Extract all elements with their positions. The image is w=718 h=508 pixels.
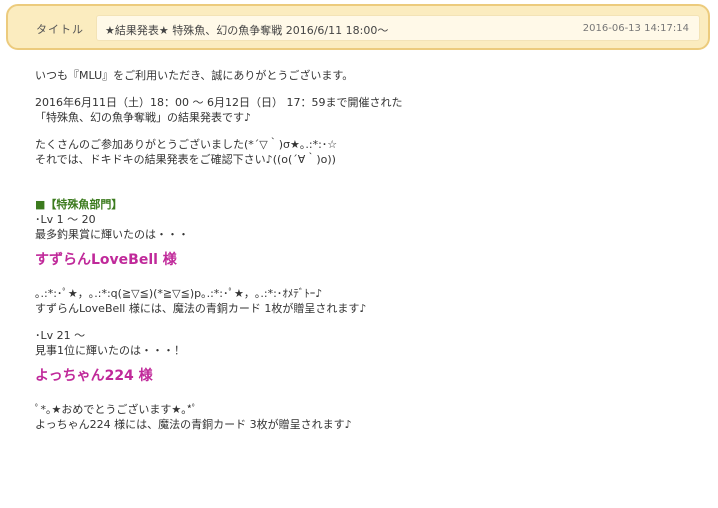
winner-name-1: すずらんLoveBell 様 [35,252,177,268]
level-range-2: ･Lv 21 ～ [35,329,86,342]
title-label: タイトル [36,23,84,36]
intro-text: いつも『MLU』をご利用いただき、誠にありがとうございます。 [35,69,354,82]
post-datetime: 2016-06-13 14:17:14 [582,23,689,34]
level-range-1: ･Lv 1 ～ 20 [35,213,96,226]
title-field: ★結果発表★ 特殊魚、幻の魚争奪戦 2016/6/11 18:00～ 2016-… [96,15,700,41]
winner-name-2: よっちゃん224 様 [35,368,153,384]
award-caption-1: 最多釣果賞に輝いたのは・・・ [35,228,189,241]
event-period-text: 2016年6月11日（土）18：00 ～ 6月12日（日） 17：59まで開催さ… [35,96,403,109]
thanks-text: たくさんのご参加ありがとうございました(*´▽｀)σ★｡.:*:･☆ [35,138,338,151]
post-title: ★結果発表★ 特殊魚、幻の魚争奪戦 2016/6/11 18:00～ [105,24,389,37]
prize-text-1: すずらんLoveBell 様には、魔法の青銅カード 1枚が贈呈されます♪ [35,302,367,315]
event-name-text: 「特殊魚、幻の魚争奪戦」の結果発表です♪ [35,111,252,124]
results-lead-text: それでは、ドキドキの結果発表をご確認下さい♪((o(´∀｀)o)) [35,153,336,166]
congrats-text-2: ﾟ*｡★おめでとうございます★｡*ﾟ [35,403,198,416]
post-body: いつも『MLU』をご利用いただき、誠にありがとうございます。 2016年6月11… [35,68,705,432]
congrats-text-1: ｡.:*:･ﾟ★，｡.:*:q(≧▽≦)(*≧▽≦)p｡.:*:･ﾟ★，｡.:*… [35,287,323,300]
title-bar: タイトル ★結果発表★ 特殊魚、幻の魚争奪戦 2016/6/11 18:00～ … [6,4,710,50]
prize-text-2: よっちゃん224 様には、魔法の青銅カード 3枚が贈呈されます♪ [35,418,352,431]
section-heading: ■【特殊魚部門】 [35,198,123,211]
award-caption-2: 見事1位に輝いたのは・・・！ [35,344,185,357]
